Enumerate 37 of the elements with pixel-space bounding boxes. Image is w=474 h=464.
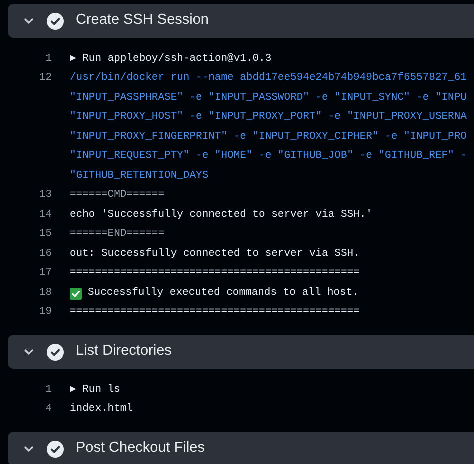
log-line: "INPUT_PROXY_HOST" -e "INPUT_PROXY_PORT" -e "INPUT_PROXY_USERNA — [70, 110, 467, 126]
log-line: Successfully executed commands to all host. — [88, 286, 359, 301]
log-line: "INPUT_REQUEST_PTY" -e "HOME" -e "GITHUB_JOB" -e "GITHUB_REF" - — [70, 149, 467, 164]
line-number: 15 — [39, 228, 52, 240]
log-line: "INPUT_PROXY_FINGERPRINT" -e "INPUT_PROXY_CIPHER" -e "INPUT_PRO — [70, 130, 467, 145]
log-line[interactable]: ▶ Run appleboy/ssh-action@v1.0.3 — [70, 52, 272, 68]
log-line: "INPUT_PASSPHRASE" -e "INPUT_PASSWORD" -e "INPUT_SYNC" -e "INPU — [70, 90, 467, 106]
step-title: Create SSH Session — [76, 11, 209, 30]
log-line: index.html — [70, 402, 134, 418]
check-circle-icon — [47, 12, 64, 30]
line-number: 18 — [39, 286, 52, 299]
line-number: 17 — [39, 267, 52, 280]
line-number: 13 — [39, 189, 52, 202]
log-line: ======END====== — [70, 227, 165, 242]
log-line[interactable]: ▶ Run ls — [70, 382, 120, 399]
check-square-icon — [70, 288, 82, 300]
check-circle-icon — [47, 344, 64, 360]
step-title: Post Checkout Files — [76, 439, 205, 458]
log-line: out: Successfully connected to server via SSH. — [70, 246, 360, 262]
log-line: /usr/bin/docker run --name abdd17ee594e24b74b949bca7f6557827_61 — [70, 71, 467, 86]
line-number: 19 — [39, 306, 52, 318]
log-line: ============================================== — [70, 266, 360, 282]
step-header[interactable]: Post Checkout Files — [8, 432, 474, 464]
line-number: 4 — [46, 403, 52, 416]
check-circle-icon — [47, 440, 64, 458]
step-header[interactable]: List Directories — [8, 335, 474, 369]
line-number: 1 — [46, 384, 52, 396]
step-header[interactable]: Create SSH Session — [8, 4, 474, 38]
line-number: 16 — [39, 248, 52, 260]
log-line: "GITHUB_RETENTION_DAYS — [70, 168, 209, 184]
step-title: List Directories — [76, 342, 172, 362]
line-number: 12 — [39, 72, 52, 84]
log-line: echo 'Successfully connected to server via SSH.' — [70, 208, 372, 223]
line-number: 1 — [46, 52, 52, 65]
log-line: ======CMD====== — [70, 188, 165, 204]
line-number: 14 — [39, 208, 52, 221]
log-line: ============================================== — [70, 305, 360, 320]
